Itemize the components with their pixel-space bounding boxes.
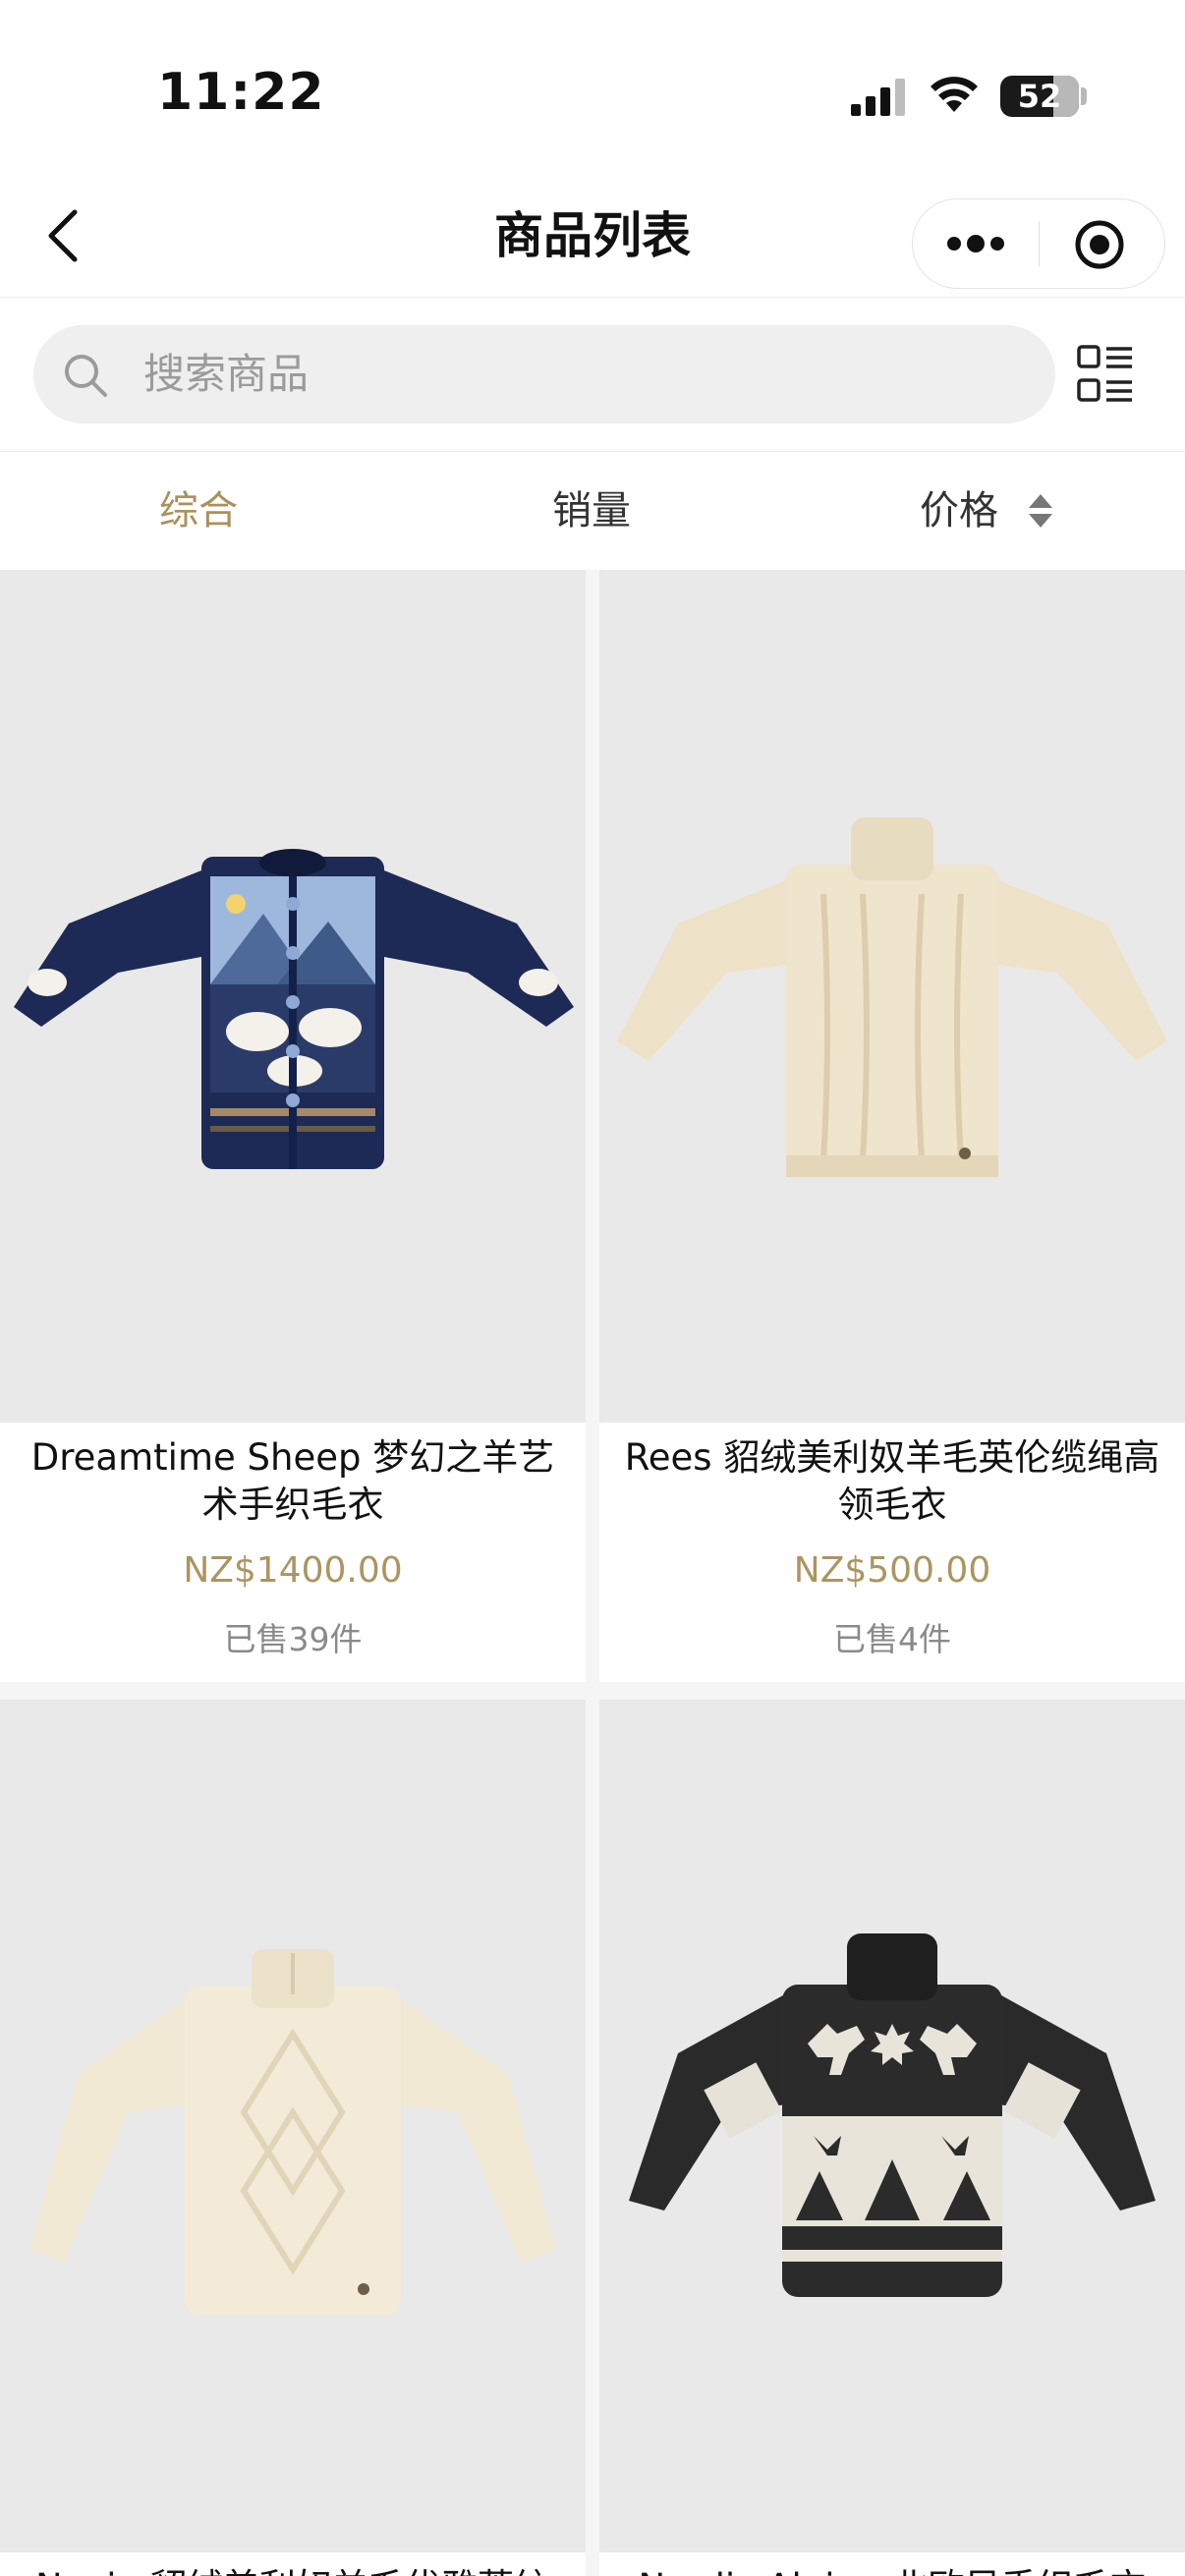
product-price: NZ$500.00 xyxy=(793,1550,991,1591)
product-sold-count: 已售4件 xyxy=(833,1620,951,1658)
product-name[interactable]: Rees 貂绒美利奴羊毛英伦缆绳高领毛衣 xyxy=(619,1434,1165,1529)
search-row: 搜索商品 xyxy=(0,298,1185,452)
nordic-reindeer-sweater-illustration xyxy=(629,1933,1156,2297)
search-icon xyxy=(65,355,107,397)
product-card[interactable]: Rees 貂绒美利奴羊毛英伦缆绳高领毛衣 NZ$500.00 已售4件 xyxy=(599,570,1185,1682)
product-name[interactable]: Dreamtime Sheep 梦幻之羊艺术手织毛衣 xyxy=(20,1434,566,1529)
nav-bar: 商品列表 xyxy=(0,177,1185,298)
capsule-divider xyxy=(1039,221,1040,266)
tab-price[interactable]: 价格 xyxy=(920,452,998,570)
product-card[interactable]: Dreamtime Sheep 梦幻之羊艺术手织毛衣 NZ$1400.00 已售… xyxy=(0,570,586,1682)
wifi-icon xyxy=(931,77,978,112)
product-card[interactable]: Navio 貂绒美利奴羊毛优雅菱纹 xyxy=(0,1700,586,2576)
tab-sales[interactable]: 销量 xyxy=(552,452,631,570)
product-sold-count: 已售39件 xyxy=(223,1620,363,1658)
status-time: 11:22 xyxy=(157,63,325,122)
status-bar: 11:22 52 xyxy=(0,0,1185,177)
cream-quarter-zip-illustration xyxy=(29,1949,556,2315)
sort-arrows-icon[interactable] xyxy=(1026,491,1055,531)
search-input[interactable]: 搜索商品 xyxy=(33,325,1055,423)
battery-tip xyxy=(1081,87,1087,105)
product-name[interactable]: Nordic Alpine 北欧风手织毛衣 xyxy=(619,2564,1165,2576)
mini-program-capsule xyxy=(912,198,1165,289)
product-image[interactable] xyxy=(0,570,586,1423)
product-price: NZ$1400.00 xyxy=(183,1550,403,1591)
product-image[interactable] xyxy=(0,1700,586,2552)
more-dots-icon[interactable] xyxy=(944,229,1007,258)
cellular-signal-icon xyxy=(851,79,905,116)
sort-bar: 综合 销量 价格 xyxy=(0,452,1185,570)
cream-turtleneck-illustration xyxy=(617,817,1167,1177)
tab-comprehensive[interactable]: 综合 xyxy=(159,452,238,570)
sheep-cardigan-illustration xyxy=(14,849,574,1169)
product-name[interactable]: Navio 貂绒美利奴羊毛优雅菱纹 xyxy=(20,2564,566,2576)
battery-level: 52 xyxy=(1017,78,1062,115)
battery-icon: 52 xyxy=(1000,76,1079,117)
search-placeholder: 搜索商品 xyxy=(143,350,310,398)
close-target-icon[interactable] xyxy=(1074,219,1125,270)
product-image[interactable] xyxy=(599,1700,1185,2552)
product-grid: Dreamtime Sheep 梦幻之羊艺术手织毛衣 NZ$1400.00 已售… xyxy=(0,570,1185,2576)
list-layout-toggle-icon[interactable] xyxy=(1077,345,1134,404)
product-image[interactable] xyxy=(599,570,1185,1423)
product-card[interactable]: Nordic Alpine 北欧风手织毛衣 xyxy=(599,1700,1185,2576)
